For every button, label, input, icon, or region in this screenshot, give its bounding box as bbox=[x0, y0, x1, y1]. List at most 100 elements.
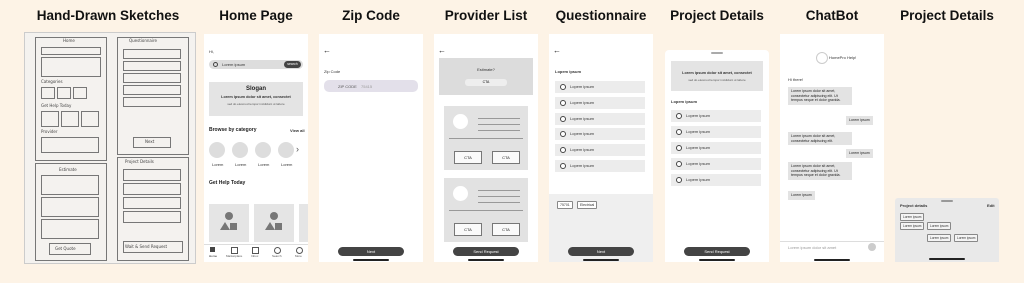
search-button[interactable]: search bbox=[284, 61, 301, 68]
placeholder-square-icon bbox=[275, 223, 282, 230]
slogan-subtitle: Lorem ipsum dolor sit amet, consectet bbox=[221, 95, 291, 99]
category-label: Lorem bbox=[212, 162, 224, 167]
text-line bbox=[449, 210, 523, 211]
marketplace-icon[interactable] bbox=[231, 247, 238, 254]
next-button[interactable]: Next bbox=[568, 247, 634, 256]
option-row[interactable]: Lopem ipsum bbox=[555, 113, 645, 125]
estimate-question: Estimate? bbox=[477, 67, 495, 72]
chat-input[interactable]: Lorem ipsum dolor sit amet bbox=[788, 245, 836, 250]
provider-card[interactable]: CTA CTA bbox=[444, 106, 528, 170]
help-card[interactable] bbox=[299, 204, 308, 242]
placeholder-square-icon bbox=[230, 223, 237, 230]
home-indicator bbox=[929, 258, 965, 260]
back-arrow-icon[interactable]: ← bbox=[438, 47, 446, 55]
sketch-q bbox=[123, 97, 181, 107]
option-label: Lopem ipsum bbox=[570, 163, 595, 168]
radio-icon[interactable] bbox=[676, 129, 682, 135]
sketch-help bbox=[41, 111, 59, 127]
category-icon[interactable] bbox=[278, 142, 294, 158]
option-row[interactable]: Lopem ipsum bbox=[555, 144, 645, 156]
option-label: Lopem ipsum bbox=[570, 147, 595, 152]
radio-icon[interactable] bbox=[560, 100, 566, 106]
sketch-cat bbox=[73, 87, 87, 99]
selected-chip[interactable]: 75701 bbox=[557, 201, 573, 209]
zip-field-prefix: ZIP CODE bbox=[338, 84, 357, 89]
browse-view-all[interactable]: View all bbox=[290, 128, 305, 133]
back-arrow-icon[interactable]: ← bbox=[553, 47, 561, 55]
search-icon bbox=[213, 62, 218, 67]
provider-cta-button[interactable]: CTA bbox=[492, 151, 520, 164]
radio-icon[interactable] bbox=[560, 147, 566, 153]
bottom-nav: Home Marketplace Inbox Search More bbox=[204, 244, 308, 262]
sketch-cat bbox=[41, 87, 55, 99]
radio-icon[interactable] bbox=[560, 163, 566, 169]
home-indicator bbox=[353, 259, 389, 261]
radio-icon[interactable] bbox=[676, 161, 682, 167]
search-bar[interactable]: Lorem ipsum search bbox=[209, 60, 303, 69]
send-request-button[interactable]: Send Request bbox=[453, 247, 519, 256]
drag-handle[interactable] bbox=[711, 52, 723, 54]
nav-label: More bbox=[295, 254, 302, 258]
option-row[interactable]: Lopem ipsum bbox=[555, 128, 645, 140]
option-row[interactable]: Lopem ipsum bbox=[555, 97, 645, 109]
edit-link[interactable]: Edit bbox=[987, 203, 995, 208]
radio-icon[interactable] bbox=[560, 84, 566, 90]
help-card[interactable] bbox=[209, 204, 249, 242]
next-button[interactable]: Next bbox=[338, 247, 404, 256]
back-arrow-icon[interactable]: ← bbox=[323, 47, 331, 55]
provider-cta-button[interactable]: CTA bbox=[454, 151, 482, 164]
send-icon[interactable] bbox=[868, 243, 876, 251]
selected-chip[interactable]: Electrical bbox=[577, 201, 598, 209]
more-icon[interactable] bbox=[296, 247, 303, 254]
home-icon[interactable] bbox=[210, 247, 215, 252]
greeting: Hi, bbox=[209, 49, 214, 54]
radio-icon[interactable] bbox=[676, 177, 682, 183]
option-label: Lopem ipsum bbox=[686, 129, 711, 134]
send-request-button[interactable]: Send Request bbox=[684, 247, 750, 256]
zip-code-field[interactable]: ZIP CODE 75415 bbox=[324, 80, 418, 92]
radio-icon[interactable] bbox=[560, 131, 566, 137]
chevron-right-icon[interactable]: › bbox=[296, 144, 299, 154]
provider-cta-button[interactable]: CTA bbox=[492, 223, 520, 236]
sketch-label: Categories bbox=[41, 79, 63, 84]
placeholder-circle-icon bbox=[270, 212, 278, 220]
option-row[interactable]: Lopem ipsum bbox=[671, 110, 761, 122]
sketch-estimate bbox=[41, 219, 99, 239]
option-row[interactable]: Lopem ipsum bbox=[555, 81, 645, 93]
radio-icon[interactable] bbox=[676, 145, 682, 151]
title-project-details-2: Project Details bbox=[900, 8, 994, 23]
category-icon[interactable] bbox=[209, 142, 225, 158]
category-icon[interactable] bbox=[232, 142, 248, 158]
detail-chip: Lorem ipsum bbox=[954, 234, 979, 242]
inbox-icon[interactable] bbox=[252, 247, 259, 254]
sketch-help bbox=[61, 111, 79, 127]
option-row[interactable]: Lopem ipsum bbox=[555, 160, 645, 172]
sketch-label: Provider bbox=[41, 129, 58, 134]
details-heading: Lopem ipsum bbox=[671, 99, 698, 104]
option-row[interactable]: Lopem ipsum bbox=[671, 174, 761, 186]
help-card[interactable] bbox=[254, 204, 294, 242]
option-row[interactable]: Lopem ipsum bbox=[671, 142, 761, 154]
search-input[interactable]: Lorem ipsum bbox=[222, 62, 245, 67]
text-line bbox=[478, 190, 520, 191]
detail-chip: Lorem ipsum bbox=[927, 222, 952, 230]
provider-card[interactable]: CTA CTA bbox=[444, 178, 528, 242]
radio-icon[interactable] bbox=[560, 116, 566, 122]
option-label: Lopem ipsum bbox=[686, 161, 711, 166]
option-label: Lopem ipsum bbox=[686, 113, 711, 118]
detail-chip: Lorem ipsum bbox=[900, 222, 925, 230]
category-icon[interactable] bbox=[255, 142, 271, 158]
radio-icon[interactable] bbox=[676, 113, 682, 119]
drag-handle[interactable] bbox=[941, 200, 953, 202]
provider-cta-button[interactable]: CTA bbox=[454, 223, 482, 236]
option-row[interactable]: Lopem ipsum bbox=[671, 158, 761, 170]
sketch-d bbox=[123, 211, 181, 223]
option-row[interactable]: Lopem ipsum bbox=[671, 126, 761, 138]
sketch-search bbox=[41, 47, 101, 55]
placeholder-triangle-icon bbox=[220, 222, 230, 230]
slogan-title: Slogan bbox=[245, 86, 266, 92]
sketch-label: Get Quote bbox=[55, 246, 76, 251]
estimate-cta-button[interactable]: CTA bbox=[465, 79, 507, 86]
text-line bbox=[478, 130, 520, 131]
search-icon[interactable] bbox=[274, 247, 281, 254]
